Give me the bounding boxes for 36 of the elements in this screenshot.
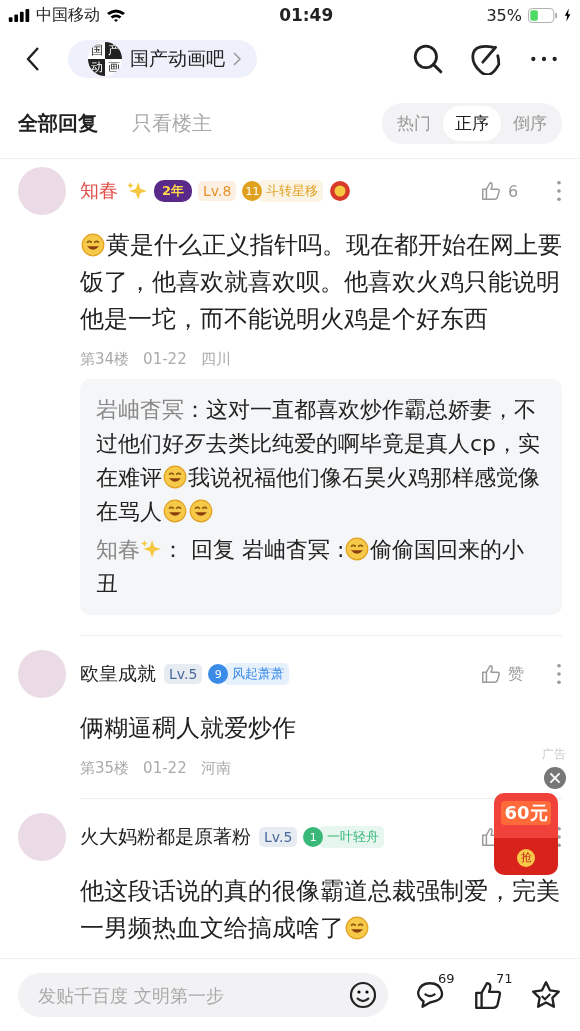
post-date: 01-22 [143, 350, 187, 369]
reply-text: 知春 ： 回复 岩岫杳冥 : 偷偷国回来的小丑 [96, 536, 526, 598]
input-pill[interactable]: 发贴千百度 文明第一步 [18, 973, 388, 1017]
comment-text: 他这段话说的真的很像霸道总裁强制爱，完美一男频热血文给搞成啥了 [80, 876, 561, 944]
title-badge: 风起萧萧 [224, 663, 290, 685]
author-name[interactable]: 知春 [80, 178, 118, 204]
rank-badge: 11 [242, 181, 263, 201]
post-location: 四川 [200, 350, 231, 369]
post-date: 01-22 [143, 759, 187, 778]
carrier-name: 中国移动 [36, 4, 100, 26]
title-badge: 一叶轻舟 [319, 826, 385, 848]
battery-percent: 35% [486, 5, 522, 25]
comment-text: 黄是什么正义指针吗。现在都开始在网上要饭了，他喜欢就喜欢呗。他喜欢火鸡只能说明他是一坨，而不能说明火鸡是个好东西 [80, 230, 562, 335]
tenure-badge: 2年 [154, 180, 193, 202]
reply-input[interactable]: 发贴千百度 文明第一步 [36, 983, 348, 1007]
clock: 01:49 [279, 5, 334, 25]
rank-badge: 9 [208, 664, 229, 684]
title-badge: 斗转星移 [258, 180, 324, 202]
author-name[interactable]: 欧皇成就 [80, 661, 156, 687]
comment-text: 俩糊逼稠人就爱炒作 [80, 713, 296, 744]
like-count: 71 [496, 971, 513, 986]
reply-text: 岩岫杳冥：这对一直都喜欢炒作霸总娇妻，不过他们好歹去类比纯爱的啊毕竟是真人cp，实在难评 我说祝福他们像石昊火鸡那样感觉像在骂人 [96, 396, 542, 526]
rank-badge: 1 [303, 827, 324, 847]
level-badge: Lv.5 [259, 827, 298, 847]
sort-tab[interactable]: 正序 [443, 105, 501, 141]
like-count: 赞 [508, 663, 525, 685]
like-count: 6 [508, 181, 520, 201]
level-badge: Lv.8 [198, 181, 237, 201]
floor-number: 第34楼 [80, 350, 130, 369]
level-badge: Lv.5 [164, 664, 203, 684]
comment-count: 69 [438, 971, 455, 986]
post-location: 河南 [200, 759, 231, 778]
floor-number: 第35楼 [80, 759, 130, 778]
coupon-ad-popup[interactable]: 60元 抢 [494, 793, 558, 875]
author-name[interactable]: 火大妈粉都是原著粉 [80, 824, 251, 850]
filter-tab[interactable]: 全部回复 [18, 109, 98, 137]
